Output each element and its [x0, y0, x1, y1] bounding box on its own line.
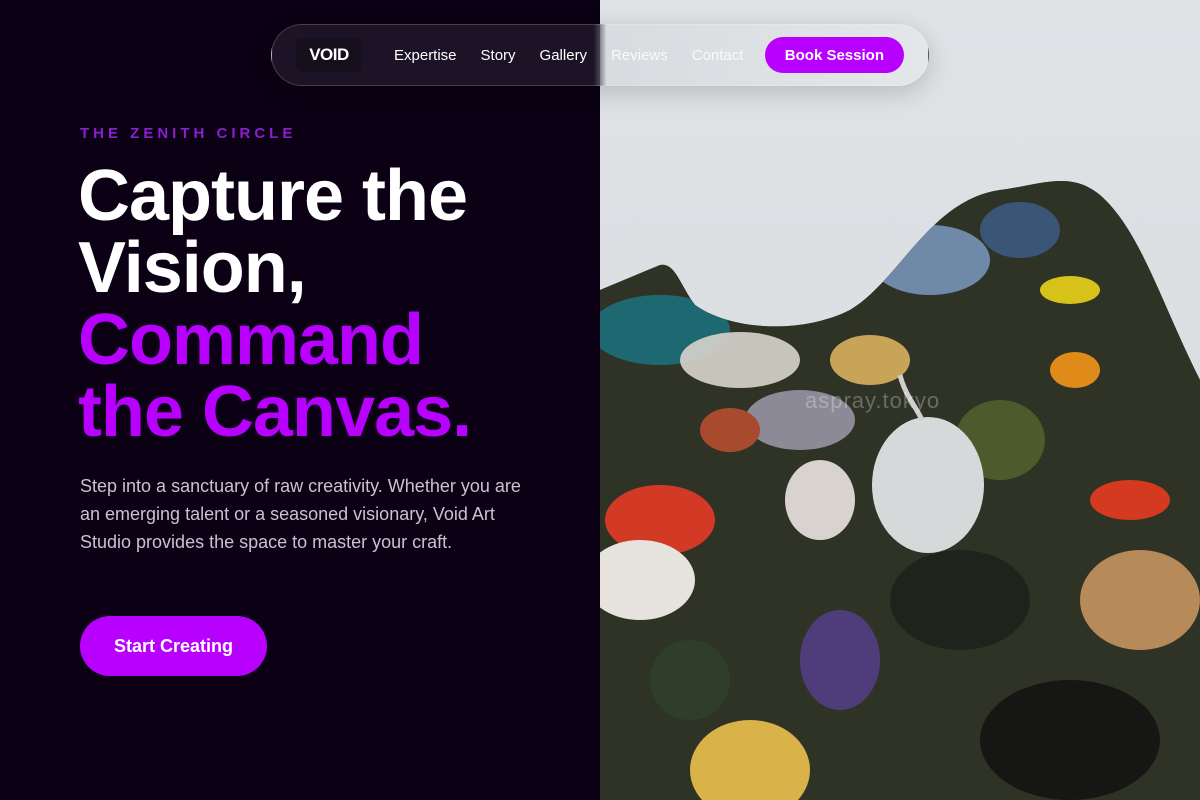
headline-line-1: Capture the: [78, 156, 468, 236]
nav-link-story[interactable]: Story: [481, 47, 516, 64]
palette-thumb-hole: [872, 417, 984, 553]
headline-line-2: Vision,: [78, 228, 307, 308]
nav-link-contact[interactable]: Contact: [692, 47, 744, 64]
nav-link-expertise[interactable]: Expertise: [394, 47, 457, 64]
void-logo[interactable]: VOID: [296, 38, 362, 72]
hero-left-panel: THE ZENITH CIRCLE Capture the Vision, Co…: [0, 0, 600, 800]
hero-eyebrow: THE ZENITH CIRCLE: [80, 125, 297, 142]
image-watermark: aspray.tokyo: [805, 388, 941, 413]
hero-image: aspray.tokyo: [600, 0, 1200, 800]
nav-link-reviews[interactable]: Reviews: [611, 47, 668, 64]
book-session-button[interactable]: Book Session: [764, 37, 904, 73]
headline-line-4: the Canvas.: [78, 372, 472, 452]
start-creating-button[interactable]: Start Creating: [80, 616, 267, 676]
headline-line-3: Command: [78, 300, 424, 380]
nav-links: Expertise Story Gallery Reviews Contact: [394, 47, 767, 64]
nav-link-gallery[interactable]: Gallery: [540, 47, 588, 64]
hero-headline: Capture the Vision, Command the Canvas.: [78, 156, 472, 452]
top-navigation: VOID Expertise Story Gallery Reviews Con…: [271, 24, 929, 86]
hero-description: Step into a sanctuary of raw creativity.…: [80, 476, 521, 552]
